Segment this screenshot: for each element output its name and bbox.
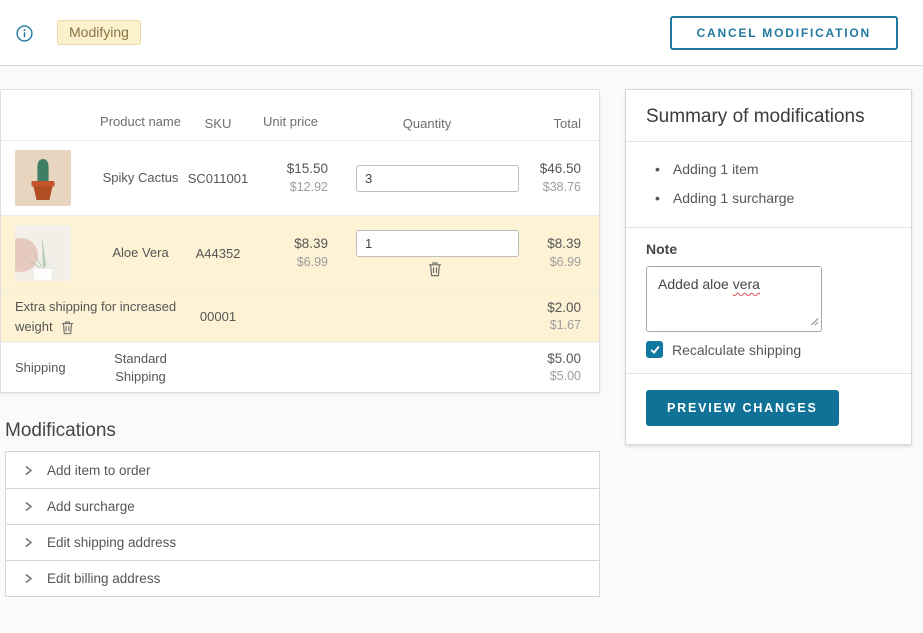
- row-total: $5.00: [526, 350, 581, 368]
- shipping-method: Standard Shipping: [98, 350, 183, 385]
- order-items-table: Product name SKU Unit price Quantity Tot…: [0, 89, 600, 393]
- col-header-quantity: Quantity: [328, 116, 526, 131]
- chevron-right-icon: [23, 536, 34, 549]
- row-total-secondary: $5.00: [526, 368, 581, 385]
- note-label: Note: [646, 241, 891, 257]
- surcharge-name: Extra shipping for increased weight: [15, 299, 176, 334]
- product-name: Spiky Cactus: [98, 169, 183, 187]
- table-header-row: Product name SKU Unit price Quantity Tot…: [1, 90, 599, 140]
- chevron-right-icon: [23, 464, 34, 477]
- accordion-edit-shipping-address[interactable]: Edit shipping address: [6, 524, 599, 560]
- col-header-sku: SKU: [183, 116, 253, 131]
- col-header-product-name: Product name: [98, 113, 183, 131]
- unit-price: $8.39: [253, 235, 328, 253]
- quantity-input-aloe-vera[interactable]: [356, 230, 519, 257]
- cancel-modification-button[interactable]: CANCEL MODIFICATION: [670, 16, 898, 50]
- product-sku: A44352: [183, 246, 253, 261]
- unit-price: $15.50: [253, 160, 328, 178]
- chevron-right-icon: [23, 500, 34, 513]
- checkbox-checked: [646, 341, 663, 358]
- note-textarea[interactable]: Added aloe vera: [646, 266, 822, 332]
- chevron-right-icon: [23, 572, 34, 585]
- surcharge-sku: 00001: [183, 309, 253, 324]
- unit-price-secondary: $12.92: [253, 179, 328, 196]
- trash-icon: [428, 261, 442, 277]
- summary-bullet-item: Adding 1 surcharge: [646, 184, 891, 213]
- table-row-aloe-vera: Aloe Vera A44352 $8.39 $6.99 $8.39: [1, 215, 599, 290]
- accordion-add-item-to-order[interactable]: Add item to order: [6, 452, 599, 488]
- trash-icon: [61, 320, 74, 335]
- recalculate-shipping-checkbox-row[interactable]: Recalculate shipping: [646, 341, 891, 358]
- table-row-spiky-cactus: Spiky Cactus SC011001 $15.50 $12.92 $46.…: [1, 140, 599, 215]
- modifications-heading: Modifications: [5, 420, 600, 442]
- preview-changes-button[interactable]: PREVIEW CHANGES: [646, 390, 839, 426]
- recalculate-shipping-label: Recalculate shipping: [672, 342, 801, 358]
- delete-aloe-vera-button[interactable]: [428, 261, 442, 277]
- summary-bullet-item: Adding 1 item: [646, 155, 891, 184]
- row-total-secondary: $6.99: [526, 254, 581, 271]
- product-sku: SC011001: [183, 171, 253, 186]
- table-row-shipping: Shipping Standard Shipping $5.00 $5.00: [1, 342, 599, 392]
- accordion-add-surcharge[interactable]: Add surcharge: [6, 488, 599, 524]
- delete-surcharge-button[interactable]: [61, 320, 74, 335]
- check-icon: [649, 344, 661, 355]
- misspelled-word: vera: [733, 276, 760, 292]
- status-badge: Modifying: [57, 20, 141, 45]
- row-total: $2.00: [526, 299, 581, 317]
- row-total: $46.50: [526, 160, 581, 178]
- unit-price-secondary: $6.99: [253, 254, 328, 271]
- product-name: Aloe Vera: [98, 244, 183, 262]
- shipping-label: Shipping: [1, 360, 98, 375]
- panel-title: Summary of modifications: [646, 106, 891, 128]
- spiky-cactus-image: [15, 150, 71, 206]
- accordion-edit-billing-address[interactable]: Edit billing address: [6, 560, 599, 596]
- row-total-secondary: $38.76: [526, 179, 581, 196]
- top-bar: Modifying CANCEL MODIFICATION: [0, 0, 923, 66]
- resize-handle-icon[interactable]: [809, 313, 819, 329]
- table-row-extra-shipping-surcharge: Extra shipping for increased weight 0000…: [1, 290, 599, 342]
- info-circle-icon[interactable]: [16, 25, 33, 42]
- col-header-total: Total: [526, 116, 599, 131]
- summary-of-modifications-panel: Summary of modifications Adding 1 item A…: [625, 89, 912, 445]
- quantity-input-spiky-cactus[interactable]: [356, 165, 519, 192]
- row-total: $8.39: [526, 235, 581, 253]
- aloe-vera-image: [15, 225, 71, 281]
- col-header-unit-price: Unit price: [253, 113, 328, 131]
- row-total-secondary: $1.67: [526, 317, 581, 334]
- modifications-accordion: Add item to order Add surcharge Edit shi…: [5, 451, 600, 597]
